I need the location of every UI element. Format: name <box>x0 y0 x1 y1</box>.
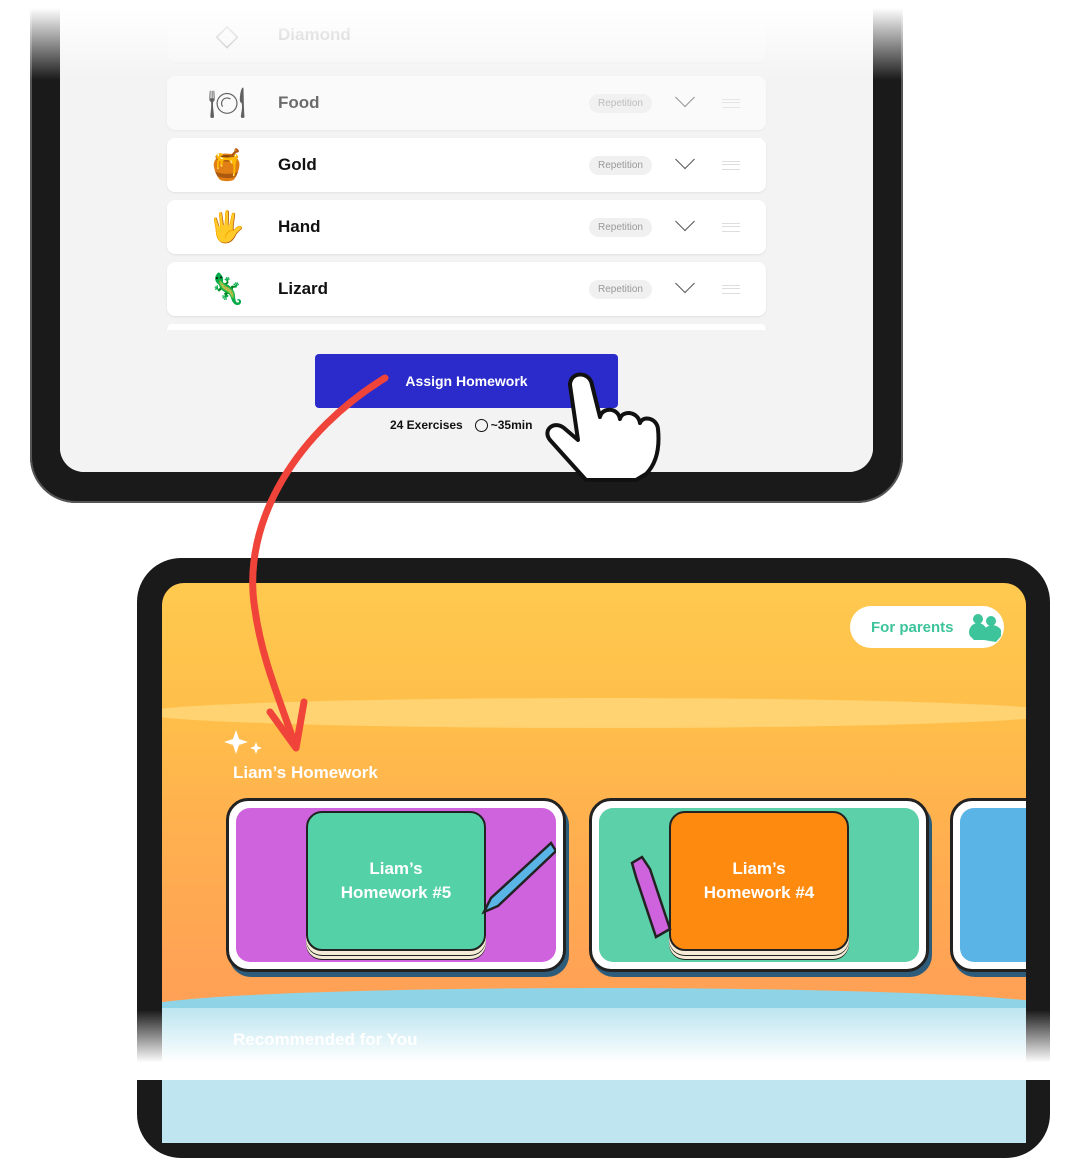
annotation-layer <box>249 372 661 752</box>
hand-cursor-icon <box>545 372 661 482</box>
red-arrow <box>249 374 389 749</box>
